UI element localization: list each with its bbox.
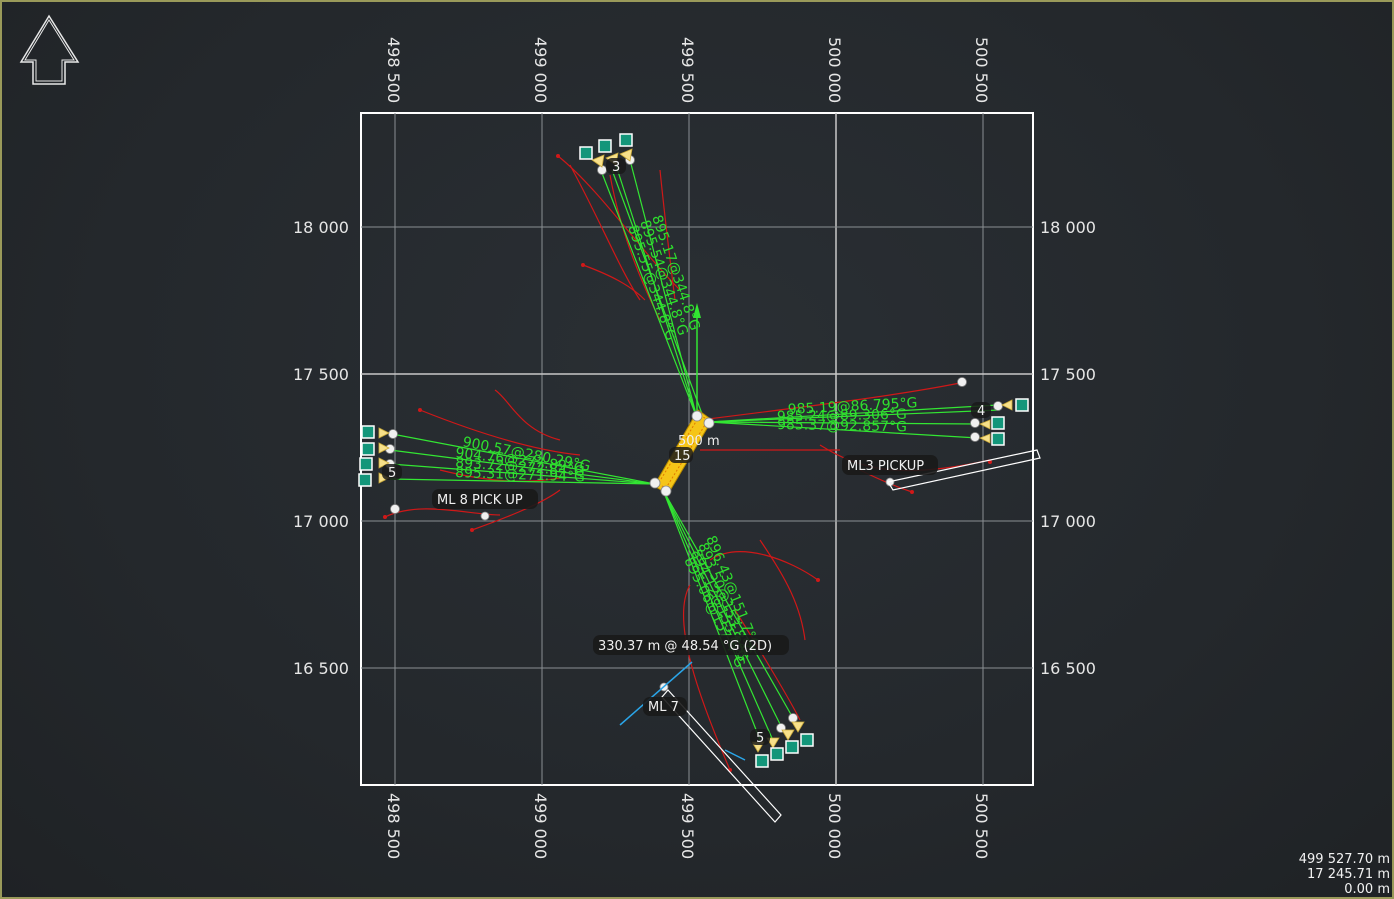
east-badge-text: 4 xyxy=(977,404,985,419)
x-tick-bottom-1: 499 000 xyxy=(531,793,550,859)
ml8-pickup-tag[interactable]: ML 8 PICK UP xyxy=(432,489,538,509)
x-tick-top-2: 499 500 xyxy=(678,37,697,103)
readout-x: 499 527.70 m xyxy=(1298,852,1390,867)
measurement-tag: 330.37 m @ 48.54 °G (2D) xyxy=(593,635,789,655)
x-tick-bottom-0: 498 500 xyxy=(384,793,403,859)
south-badge-text: 5 xyxy=(756,731,764,746)
x-tick-top-3: 500 000 xyxy=(825,37,844,103)
x-tick-top-1: 499 000 xyxy=(531,37,550,103)
y-tick-right-3: 16 500 xyxy=(1040,659,1096,678)
y-tick-left-2: 17 000 xyxy=(293,512,349,531)
x-tick-labels-bottom: 498 500 499 000 499 500 500 000 500 500 xyxy=(384,793,991,859)
x-tick-bottom-2: 499 500 xyxy=(678,793,697,859)
y-tick-right-1: 17 500 xyxy=(1040,365,1096,384)
south-badge: 5 xyxy=(750,729,770,746)
y-tick-left-0: 18 000 xyxy=(293,218,349,237)
ml8-pickup-text: ML 8 PICK UP xyxy=(437,493,523,508)
map-canvas[interactable]: 498 500 499 000 499 500 500 000 500 500 … xyxy=(0,0,1394,899)
scale-label: 500 m xyxy=(678,434,720,449)
x-tick-top-0: 498 500 xyxy=(384,37,403,103)
cursor-readout: 499 527.70 m 17 245.71 m 0.00 m xyxy=(1299,852,1390,897)
x-tick-top-4: 500 500 xyxy=(972,37,991,103)
readout-z: 0.00 m xyxy=(1344,882,1390,897)
west-badge-text: 5 xyxy=(388,466,396,481)
y-tick-labels-right: 18 000 17 500 17 000 16 500 xyxy=(1040,218,1096,678)
measurement-text: 330.37 m @ 48.54 °G (2D) xyxy=(598,639,772,654)
count-badge-center: 15 xyxy=(669,447,693,464)
ml3-pickup-tag[interactable]: ML3 PICKUP xyxy=(842,455,938,475)
y-tick-right-0: 18 000 xyxy=(1040,218,1096,237)
x-tick-labels-top: 498 500 499 000 499 500 500 000 500 500 xyxy=(384,37,991,103)
y-tick-left-1: 17 500 xyxy=(293,365,349,384)
west-label-3: 895.31@271.94°G xyxy=(455,465,585,486)
north-badge-text: 3 xyxy=(612,160,620,175)
count-badge-text: 15 xyxy=(674,449,691,464)
east-spread-labels: 985.19@86.795°G 985.24@89.306°G 985.37@9… xyxy=(777,395,918,435)
y-tick-left-3: 16 500 xyxy=(293,659,349,678)
east-label-2: 985.37@92.857°G xyxy=(777,417,907,435)
ml7-pickup-text: ML 7 xyxy=(648,700,679,715)
y-tick-labels-left: 18 000 17 500 17 000 16 500 xyxy=(293,218,349,678)
north-spread-labels: 895.17@344.8°G 895.54@344.8°G 895.55@344… xyxy=(624,213,702,343)
x-tick-bottom-4: 500 500 xyxy=(972,793,991,859)
east-badge: 4 xyxy=(971,402,991,419)
north-badge: 3 xyxy=(606,158,626,175)
y-tick-right-2: 17 000 xyxy=(1040,512,1096,531)
north-arrow-icon xyxy=(19,14,80,85)
scale-text: 500 m xyxy=(678,434,720,449)
readout-y: 17 245.71 m xyxy=(1307,867,1390,882)
west-spread-labels: 900.57@280.29°G 904.76@277.89°G 893.72@2… xyxy=(455,434,592,485)
ml3-pickup-text: ML3 PICKUP xyxy=(847,459,924,474)
ml7-pickup-tag[interactable]: ML 7 xyxy=(643,697,687,716)
west-badge: 5 xyxy=(382,464,402,481)
x-tick-bottom-3: 500 000 xyxy=(825,793,844,859)
